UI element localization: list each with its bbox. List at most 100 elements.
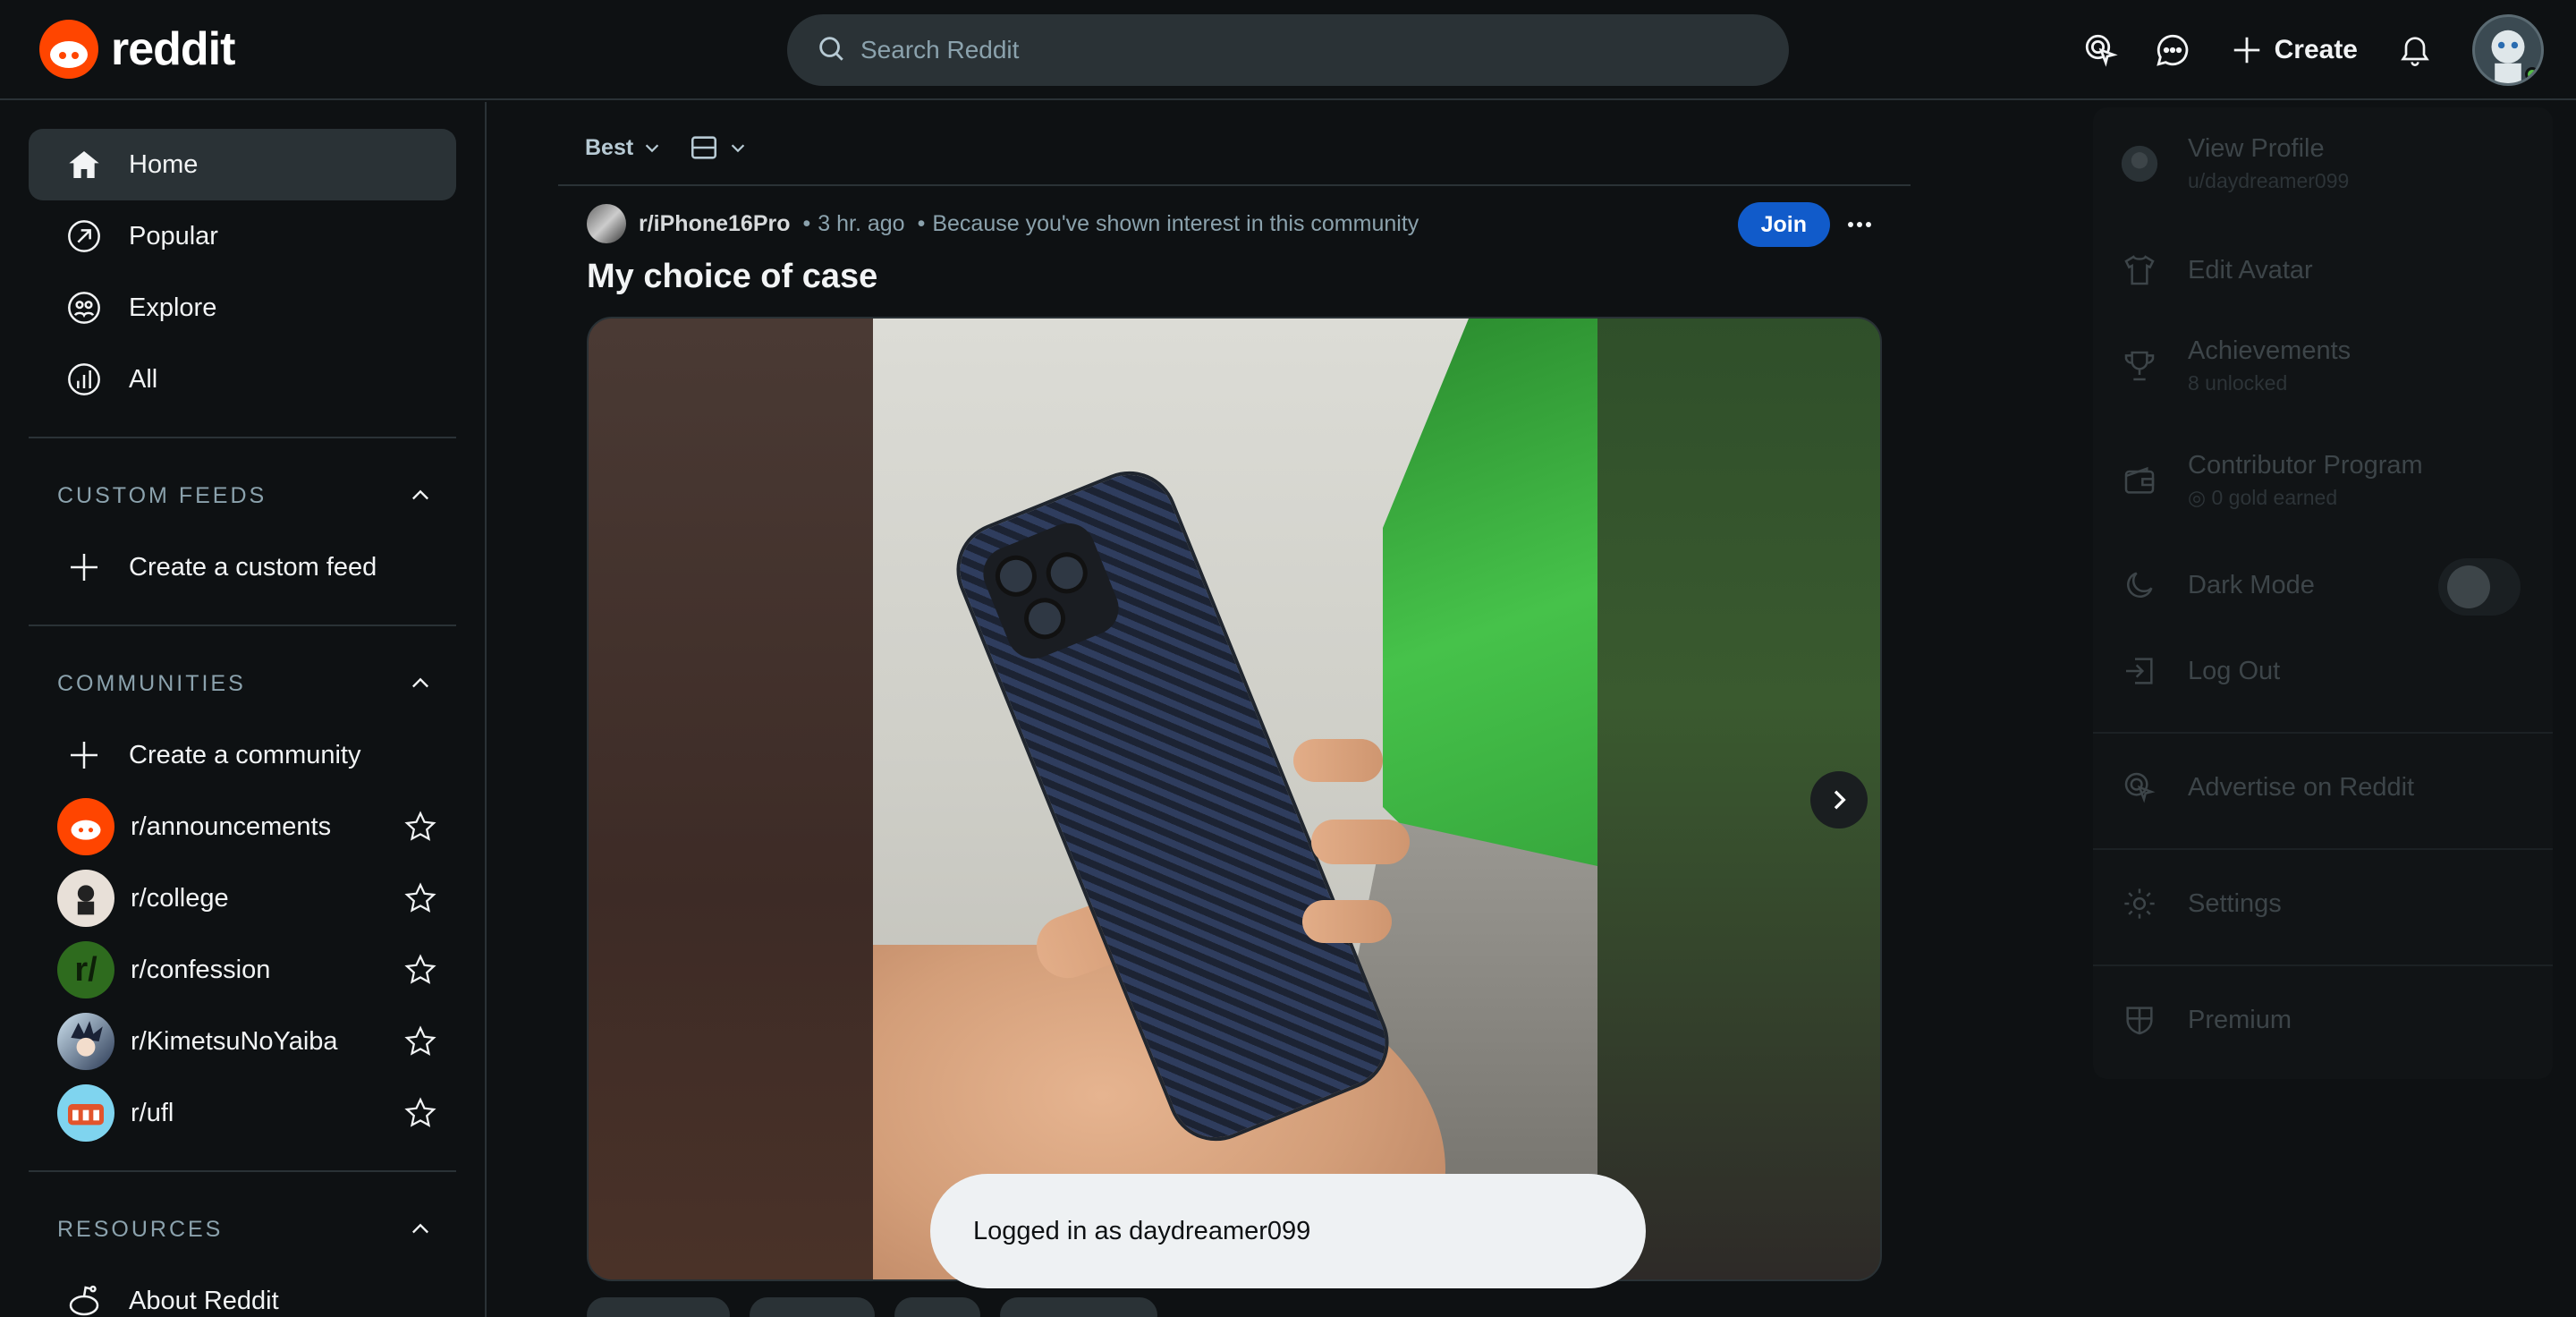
login-toast: Logged in as daydreamer099 <box>930 1174 1646 1288</box>
create-custom-feed-button[interactable]: Create a custom feed <box>29 531 456 603</box>
plus-icon <box>2233 37 2259 64</box>
sidebar-item-community[interactable]: r/ r/confession <box>29 934 456 1006</box>
post-time: 3 hr. ago <box>818 210 905 236</box>
comments-button[interactable] <box>750 1297 875 1317</box>
search-input[interactable] <box>860 36 1665 64</box>
trophy-icon <box>2120 346 2159 386</box>
dark-mode-label: Dark Mode <box>2188 570 2315 599</box>
star-icon[interactable] <box>385 882 456 914</box>
premium-shield-icon <box>2120 1000 2159 1040</box>
meta-separator: • <box>802 210 811 236</box>
sort-label: Best <box>585 134 634 160</box>
community-avatar <box>57 870 114 927</box>
post-media-gallery[interactable] <box>587 317 1882 1281</box>
create-label: Create <box>2274 35 2358 64</box>
more-options-icon[interactable] <box>1837 202 1882 247</box>
section-heading: RESOURCES <box>57 1216 224 1242</box>
share-button[interactable] <box>1000 1297 1157 1317</box>
chevron-up-icon <box>412 489 428 500</box>
user-menu-dropdown: View Profile u/daydreamer099 Edit Avatar… <box>2093 107 2553 1079</box>
home-icon <box>64 145 104 184</box>
sidebar-item-explore[interactable]: Explore <box>29 272 456 344</box>
chevron-up-icon <box>412 677 428 688</box>
chevron-down-icon <box>731 144 745 153</box>
community-avatar <box>57 1013 114 1070</box>
community-name: r/ufl <box>131 1098 174 1127</box>
sidebar-item-community[interactable]: r/college <box>29 862 456 934</box>
moon-icon <box>2120 565 2159 605</box>
achievements-count: 8 unlocked <box>2188 371 2288 395</box>
sidebar-item-community[interactable]: r/announcements <box>29 791 456 862</box>
wallet-icon <box>2120 461 2159 500</box>
sidebar-item-all[interactable]: All <box>29 344 456 415</box>
bell-icon[interactable] <box>2379 14 2451 86</box>
subreddit-link[interactable]: r/iPhone16Pro <box>639 211 791 237</box>
menu-contributor-program[interactable]: Contributor Program ◎ 0 gold earned <box>2120 451 2540 510</box>
star-icon[interactable] <box>385 1025 456 1058</box>
sidebar-item-community[interactable]: r/ufl <box>29 1077 456 1149</box>
sidebar-item-label: Popular <box>129 221 218 251</box>
dark-mode-toggle[interactable] <box>2438 558 2521 616</box>
all-icon <box>64 360 104 399</box>
search-bar[interactable] <box>787 14 1789 86</box>
menu-settings[interactable]: Settings <box>2120 884 2540 923</box>
left-sidebar: Home Popular Explore All CUSTOM FEEDS Cr… <box>0 102 487 1317</box>
community-avatar <box>57 1084 114 1142</box>
menu-advertise[interactable]: Advertise on Reddit <box>2120 768 2540 807</box>
reddit-snoo-icon <box>39 20 98 79</box>
sidebar-item-popular[interactable]: Popular <box>29 200 456 272</box>
sidebar-item-home[interactable]: Home <box>29 129 456 200</box>
contributor-program-label: Contributor Program <box>2188 451 2423 480</box>
edit-avatar-label: Edit Avatar <box>2188 255 2313 285</box>
vote-button[interactable] <box>587 1297 730 1317</box>
log-out-label: Log Out <box>2188 656 2281 685</box>
about-reddit-label: About Reddit <box>129 1286 279 1315</box>
section-heading: COMMUNITIES <box>57 670 246 696</box>
user-avatar-button[interactable] <box>2472 14 2544 86</box>
join-button[interactable]: Join <box>1737 202 1830 247</box>
menu-view-profile[interactable]: View Profile u/daydreamer099 <box>2120 134 2540 193</box>
explore-icon <box>64 288 104 327</box>
chevron-up-icon <box>412 1223 428 1234</box>
custom-feeds-header[interactable]: CUSTOM FEEDS <box>57 478 433 514</box>
community-name: r/confession <box>131 955 271 984</box>
sort-dropdown[interactable]: Best <box>585 135 662 161</box>
advertise-icon[interactable] <box>2065 14 2137 86</box>
top-header: reddit Create <box>0 0 2576 100</box>
star-icon[interactable] <box>385 954 456 986</box>
advertise-icon <box>2120 768 2159 807</box>
search-icon <box>816 33 846 68</box>
gear-icon <box>2120 884 2159 923</box>
menu-log-out[interactable]: Log Out <box>2120 651 2540 691</box>
subreddit-avatar[interactable] <box>587 204 626 243</box>
community-name: r/KimetsuNoYaiba <box>131 1026 338 1056</box>
sidebar-divider <box>29 437 456 438</box>
view-profile-label: View Profile <box>2188 134 2325 163</box>
reddit-alien-icon <box>64 1281 104 1317</box>
award-button[interactable] <box>894 1297 980 1317</box>
meta-separator: • <box>917 210 926 236</box>
menu-premium[interactable]: Premium <box>2120 1000 2540 1040</box>
menu-achievements[interactable]: Achievements 8 unlocked <box>2120 336 2540 395</box>
create-button[interactable]: Create <box>2208 14 2379 86</box>
view-toggle-dropdown[interactable] <box>689 132 748 163</box>
community-name: r/announcements <box>131 811 332 841</box>
menu-divider <box>2093 848 2553 850</box>
star-icon[interactable] <box>385 1097 456 1129</box>
post-image <box>873 319 1597 1279</box>
sidebar-item-about-reddit[interactable]: About Reddit <box>29 1265 456 1317</box>
communities-header[interactable]: COMMUNITIES <box>57 666 433 701</box>
gold-icon: ◎ <box>2188 486 2212 509</box>
create-community-button[interactable]: Create a community <box>29 719 456 791</box>
gallery-next-button[interactable] <box>1810 771 1868 828</box>
sidebar-item-label: Home <box>129 149 199 179</box>
star-icon[interactable] <box>385 811 456 843</box>
menu-edit-avatar[interactable]: Edit Avatar <box>2120 251 2540 290</box>
reddit-logo[interactable]: reddit <box>39 20 235 79</box>
resources-header[interactable]: RESOURCES <box>57 1211 433 1247</box>
post-title[interactable]: My choice of case <box>587 258 877 296</box>
sidebar-item-community[interactable]: r/KimetsuNoYaiba <box>29 1006 456 1077</box>
chat-icon[interactable] <box>2137 14 2208 86</box>
sidebar-item-label: Explore <box>129 293 217 322</box>
achievements-label: Achievements <box>2188 336 2351 365</box>
